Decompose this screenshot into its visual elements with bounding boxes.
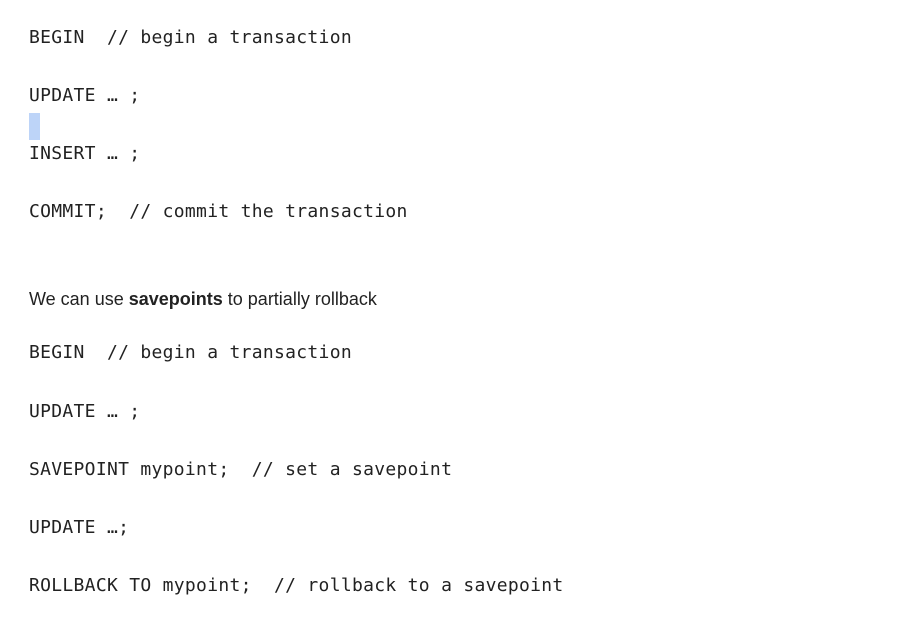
code-line: INSERT … ; [29,143,141,164]
paragraph-text: We can use savepoints to partially rollb… [29,288,377,310]
code-line: UPDATE … ; [29,85,141,106]
paragraph-text-after: to partially rollback [222,289,377,309]
code-line: COMMIT; // commit the transaction [29,201,408,222]
text-selection-highlight [29,113,40,140]
code-line: ROLLBACK TO mypoint; // rollback to a sa… [29,575,564,596]
paragraph-text-bold: savepoints [128,289,223,309]
paragraph-text-before: We can use [29,289,129,309]
code-line: SAVEPOINT mypoint; // set a savepoint [29,459,453,480]
code-line: BEGIN // begin a transaction [29,342,352,363]
code-line: UPDATE … ; [29,401,141,422]
code-line: BEGIN // begin a transaction [29,27,352,48]
code-line: UPDATE …; [29,517,130,538]
